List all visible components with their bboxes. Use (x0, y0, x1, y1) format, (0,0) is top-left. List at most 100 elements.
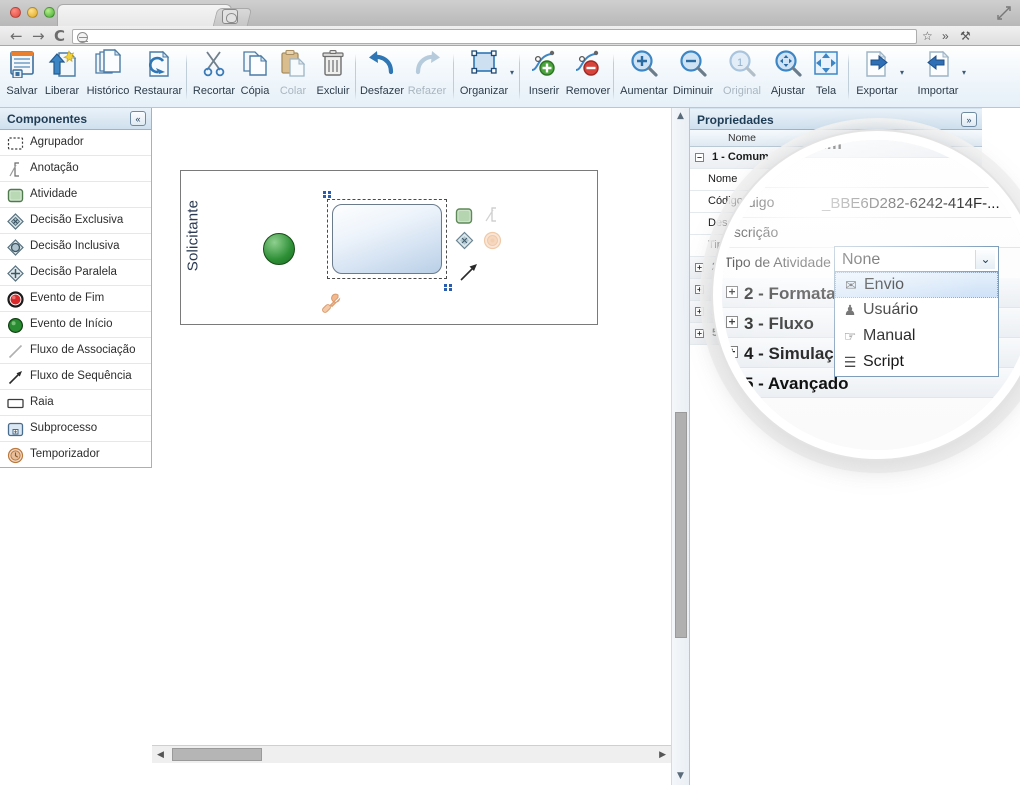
bookmark-star-icon[interactable]: ☆ (922, 29, 933, 43)
property-value[interactable]: _BBE6D282-6242-414F-... (822, 195, 1000, 212)
diminuir-button[interactable]: Diminuir (668, 48, 718, 97)
collapse-components-button[interactable]: « (130, 111, 146, 126)
excluir-button[interactable]: Excluir (312, 48, 354, 97)
component-item-evento-fim[interactable]: Evento de Fim (0, 286, 151, 312)
option-manual[interactable]: ☞ Manual (835, 324, 998, 350)
selection-handle[interactable] (328, 195, 331, 198)
component-item-decisao-exclusiva[interactable]: Decisão Exclusiva (0, 208, 151, 234)
collapse-group-icon[interactable]: − (695, 153, 704, 162)
quick-action-settings[interactable] (319, 291, 343, 315)
horizontal-scroll-thumb[interactable] (172, 748, 262, 761)
selection-handle[interactable] (449, 288, 452, 291)
component-item-subprocesso[interactable]: Subprocesso (0, 416, 151, 442)
inserir-button[interactable]: Inserir (522, 48, 566, 97)
activity-shape[interactable] (332, 204, 442, 274)
expand-group-icon[interactable]: + (695, 307, 704, 316)
organizar-caret-icon[interactable]: ▾ (510, 68, 514, 77)
scroll-down-icon[interactable]: ▼ (677, 771, 684, 781)
diagram-canvas-area[interactable]: Solicitante ◀ ▶ ▲ ▼ (152, 108, 690, 785)
expand-properties-button[interactable]: » (961, 112, 977, 127)
option-script[interactable]: ☰ Script (835, 350, 998, 376)
selection-handle[interactable] (449, 284, 452, 287)
expand-group-icon[interactable]: + (695, 329, 704, 338)
expand-group-icon[interactable]: + (726, 316, 738, 328)
maximize-window-button[interactable] (44, 7, 55, 18)
canvas-vertical-scrollbar[interactable]: ▲ ▼ (671, 108, 689, 785)
magnified-group-comum[interactable]: − 1 - Comum (722, 140, 1020, 158)
address-bar[interactable] (72, 29, 917, 44)
importar-caret-icon[interactable]: ▾ (962, 68, 966, 77)
diagram-canvas[interactable]: Solicitante ◀ ▶ (152, 108, 672, 763)
organizar-button[interactable]: Organizar (456, 48, 512, 97)
importar-button[interactable]: Importar (913, 48, 963, 97)
remover-button[interactable]: Remover (564, 48, 612, 97)
selection-handle[interactable] (323, 195, 326, 198)
option-usuario[interactable]: ♟ Usuário (835, 298, 998, 324)
close-window-button[interactable] (10, 7, 21, 18)
component-item-fluxo-sequencia[interactable]: Fluxo de Sequência (0, 364, 151, 390)
collapse-group-icon[interactable]: − (734, 140, 746, 148)
scroll-right-icon[interactable]: ▶ (659, 750, 666, 760)
scroll-up-icon[interactable]: ▲ (677, 111, 684, 121)
historico-button[interactable]: Histórico (82, 48, 134, 97)
forward-icon[interactable]: → (32, 29, 45, 44)
wrench-menu-icon[interactable]: ⚒ (960, 29, 971, 43)
aumentar-button[interactable]: Aumentar (618, 48, 670, 97)
component-item-temporizador[interactable]: Temporizador (0, 442, 151, 468)
activity-type-select[interactable]: None ⌄ (834, 246, 999, 272)
option-envio[interactable]: ✉ Envio (835, 272, 998, 298)
vertical-scroll-thumb[interactable] (675, 412, 687, 638)
magnified-row-descricao[interactable]: Descrição (722, 218, 1020, 248)
restaurar-button[interactable]: Restaurar (132, 48, 184, 97)
component-item-decisao-inclusiva[interactable]: Decisão Inclusiva (0, 234, 151, 260)
back-icon[interactable]: ← (10, 29, 23, 44)
original-button[interactable]: 1 Original (718, 48, 766, 97)
expand-group-icon[interactable]: + (695, 263, 704, 272)
swimlane[interactable]: Solicitante (180, 170, 598, 325)
salvar-button[interactable]: Salvar (2, 48, 42, 97)
quick-action-annotation[interactable] (483, 205, 502, 224)
component-item-anotacao[interactable]: Anotação (0, 156, 151, 182)
quick-action-timer[interactable] (483, 231, 502, 250)
selection-handle[interactable] (328, 191, 331, 194)
magnified-row-codigo[interactable]: Código _BBE6D282-6242-414F-... (722, 188, 1020, 218)
expand-group-icon[interactable]: + (726, 376, 738, 388)
reload-icon[interactable]: C (54, 29, 65, 44)
canvas-horizontal-scrollbar[interactable]: ◀ ▶ (152, 745, 672, 763)
tela-button[interactable]: Tela (808, 48, 844, 97)
maximize-icon[interactable] (996, 5, 1012, 21)
component-item-agrupador[interactable]: Agrupador (0, 130, 151, 156)
window-controls[interactable] (10, 7, 55, 18)
component-item-evento-inicio[interactable]: Evento de Início (0, 312, 151, 338)
scroll-left-icon[interactable]: ◀ (157, 750, 164, 760)
activity-type-options-list[interactable]: ✉ Envio ♟ Usuário ☞ Manual ☰ Script (834, 272, 999, 377)
selection-handle[interactable] (444, 288, 447, 291)
desfazer-button[interactable]: Desfazer (358, 48, 406, 97)
recortar-button[interactable]: Recortar (192, 48, 236, 97)
chevron-down-icon[interactable]: ⌄ (975, 250, 995, 269)
selection-handle[interactable] (444, 284, 447, 287)
exportar-button[interactable]: Exportar (852, 48, 902, 97)
component-item-atividade[interactable]: Atividade (0, 182, 151, 208)
refazer-button[interactable]: Refazer (404, 48, 450, 97)
exportar-caret-icon[interactable]: ▾ (900, 68, 904, 77)
quick-action-activity[interactable] (455, 207, 474, 226)
minimize-window-button[interactable] (27, 7, 38, 18)
browser-tab[interactable]: × (57, 4, 232, 27)
selection-handle[interactable] (323, 191, 326, 194)
component-item-decisao-paralela[interactable]: Decisão Paralela (0, 260, 151, 286)
overflow-icon[interactable]: » (942, 29, 949, 43)
magnified-row-nome[interactable]: Nome (722, 158, 1020, 188)
expand-group-icon[interactable]: + (726, 286, 738, 298)
expand-group-icon[interactable]: + (695, 285, 704, 294)
start-event-shape[interactable] (263, 233, 295, 265)
quick-action-sequence-flow[interactable] (458, 261, 477, 281)
component-item-fluxo-associacao[interactable]: Fluxo de Associação (0, 338, 151, 364)
colar-button[interactable]: Colar (274, 48, 312, 97)
liberar-button[interactable]: Liberar (40, 48, 84, 97)
ajustar-button[interactable]: Ajustar (766, 48, 810, 97)
component-item-raia[interactable]: Raia (0, 390, 151, 416)
expand-group-icon[interactable]: + (726, 346, 738, 358)
copia-button[interactable]: Cópia (236, 48, 274, 97)
quick-action-gateway[interactable] (455, 231, 474, 250)
